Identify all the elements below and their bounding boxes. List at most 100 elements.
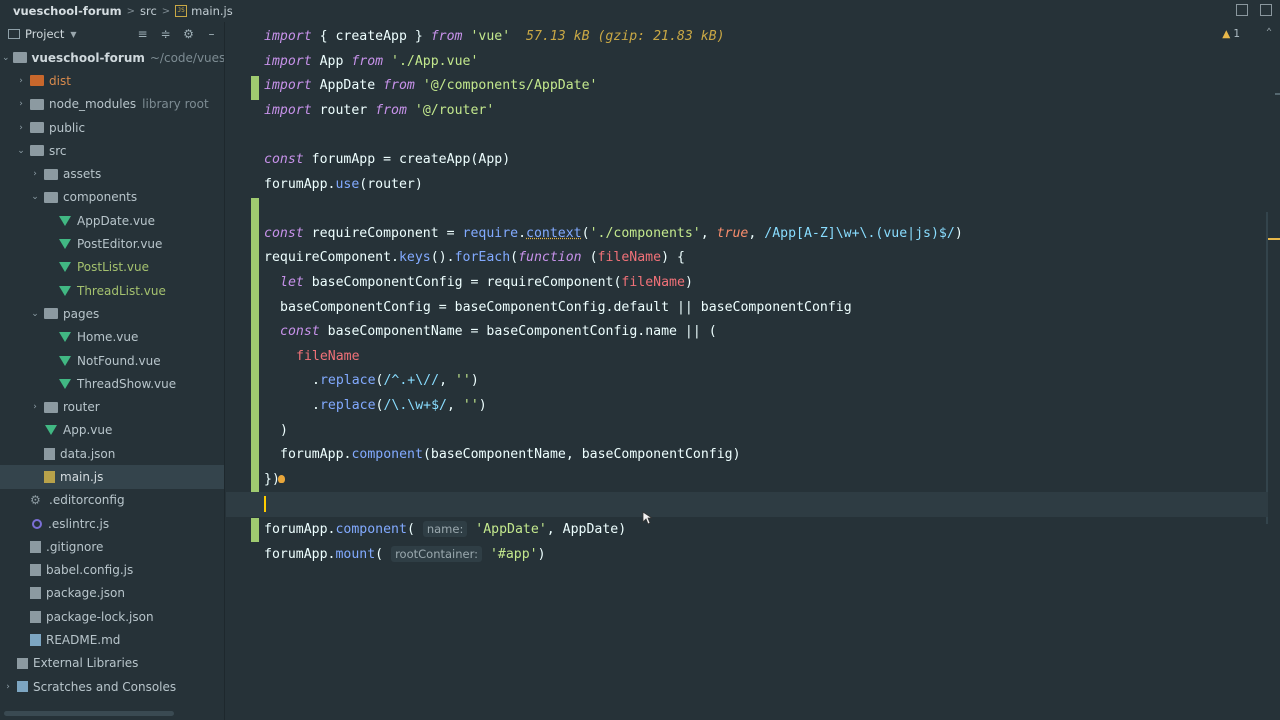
code-line-17[interactable]: ): [280, 419, 288, 444]
breadcrumb-file[interactable]: main.js: [191, 4, 233, 18]
expand-all-icon[interactable]: ≑: [159, 27, 172, 41]
code-line-16[interactable]: .replace(/\.\w+$/, ''): [312, 394, 487, 419]
vue-icon: [59, 239, 71, 250]
tree-item-posteditor-vue[interactable]: PostEditor.vue: [0, 232, 224, 255]
tree-item-public[interactable]: › public: [0, 116, 224, 139]
tree-item-threadshow-vue[interactable]: ThreadShow.vue: [0, 372, 224, 395]
import-cost-hint: 57.13 kB (gzip: 21.83 kB): [526, 29, 725, 44]
chevron-right-icon[interactable]: ›: [15, 123, 27, 133]
project-tree: ⌄ vueschool-forum ~/code/vuesch › dist ›…: [0, 46, 224, 698]
code-line-2[interactable]: import App from './App.vue': [264, 50, 478, 75]
code-editor[interactable]: ▲ 1 ⌃ import { createApp } from 'vue' 57.…: [226, 22, 1280, 720]
tree-item-postlist-vue[interactable]: PostList.vue: [0, 256, 224, 279]
tree-item-package-lock[interactable]: package-lock.json: [0, 605, 224, 628]
maximize-icon[interactable]: [1260, 4, 1272, 16]
tree-item-threadlist-vue[interactable]: ThreadList.vue: [0, 279, 224, 302]
tree-item-home-vue[interactable]: Home.vue: [0, 326, 224, 349]
chevron-down-icon[interactable]: ⌄: [15, 146, 27, 156]
chevron-right-icon[interactable]: ›: [15, 76, 27, 86]
lightbulb-icon[interactable]: [277, 474, 285, 483]
code-line-6[interactable]: const forumApp = createApp(App): [264, 148, 510, 173]
vertical-scrollbar[interactable]: [1266, 212, 1268, 524]
scrollbar-warning-marker[interactable]: [1268, 238, 1280, 240]
chevron-right-icon: >: [126, 5, 135, 17]
chevron-right-icon[interactable]: ›: [29, 169, 41, 179]
layout-icon[interactable]: [1236, 4, 1248, 16]
tree-item-data-json[interactable]: data.json: [0, 442, 224, 465]
parameter-hint: rootContainer:: [391, 545, 483, 562]
tree-item-root[interactable]: ⌄ vueschool-forum ~/code/vuesch: [0, 46, 224, 69]
minimize-icon[interactable]: –: [205, 27, 218, 41]
chevron-right-icon[interactable]: ›: [15, 99, 27, 109]
chevron-right-icon[interactable]: ›: [29, 402, 41, 412]
tree-item-gitignore[interactable]: .gitignore: [0, 535, 224, 558]
code-line-21[interactable]: forumApp.component( name: 'AppDate', App…: [264, 517, 626, 542]
breadcrumb-folder[interactable]: src: [140, 4, 157, 18]
code-line-7[interactable]: forumApp.use(router): [264, 173, 423, 198]
chevron-down-icon[interactable]: ▼: [70, 30, 76, 39]
tree-item-components[interactable]: ⌄ components: [0, 186, 224, 209]
tree-item-label: pages: [63, 306, 100, 321]
breadcrumb-project[interactable]: vueschool-forum: [13, 4, 122, 18]
tree-item-router[interactable]: › router: [0, 395, 224, 418]
tree-item-node-modules[interactable]: › node_modules library root: [0, 93, 224, 116]
code-line-3[interactable]: import AppDate from '@/components/AppDat…: [264, 74, 598, 99]
code-line-15[interactable]: .replace(/^.+\//, ''): [312, 369, 479, 394]
tree-item-package-json[interactable]: package.json: [0, 582, 224, 605]
tree-item-label: NotFound.vue: [77, 353, 161, 368]
code-line-13[interactable]: const baseComponentName = baseComponentC…: [280, 320, 717, 345]
code-line-11[interactable]: let baseComponentConfig = requireCompone…: [280, 271, 693, 296]
folder-icon: [30, 122, 44, 134]
code-line-18[interactable]: forumApp.component(baseComponentName, ba…: [280, 443, 741, 468]
code-line-1[interactable]: import { createApp } from 'vue' 57.13 kB…: [264, 25, 725, 50]
code-line-14[interactable]: fileName: [296, 345, 360, 370]
json-file-icon: [30, 587, 41, 600]
vue-icon: [59, 285, 71, 296]
tree-item-label: App.vue: [63, 423, 113, 438]
tree-item-app-vue[interactable]: App.vue: [0, 419, 224, 442]
chevron-down-icon[interactable]: ⌄: [29, 309, 41, 319]
code-line-12[interactable]: baseComponentConfig = baseComponentConfi…: [280, 296, 852, 321]
tree-item-dist[interactable]: › dist: [0, 69, 224, 92]
tree-item-main-js[interactable]: main.js: [0, 465, 224, 489]
chevron-down-icon[interactable]: ⌄: [2, 53, 10, 63]
tree-item-appdate-vue[interactable]: AppDate.vue: [0, 209, 224, 232]
tree-item-external-libraries[interactable]: External Libraries: [0, 652, 224, 675]
inspection-widget[interactable]: ▲ 1: [1222, 28, 1240, 40]
code-line-4[interactable]: import router from '@/router': [264, 99, 494, 124]
vcs-change-marker[interactable]: [251, 518, 259, 542]
chevron-right-icon[interactable]: ›: [2, 682, 14, 692]
vcs-change-marker[interactable]: [251, 76, 259, 100]
code-line-9[interactable]: const requireComponent = require.context…: [264, 222, 963, 247]
tree-item-notfound-vue[interactable]: NotFound.vue: [0, 349, 224, 372]
tree-item-assets[interactable]: › assets: [0, 162, 224, 185]
tree-item-editorconfig[interactable]: ⚙ .editorconfig: [0, 489, 224, 512]
text-cursor: [264, 496, 266, 512]
tree-item-pages[interactable]: ⌄ pages: [0, 302, 224, 325]
tree-item-eslintrc[interactable]: .eslintrc.js: [0, 512, 224, 535]
vue-icon: [59, 332, 71, 343]
current-line-highlight: [226, 492, 1268, 517]
tree-item-label: ThreadList.vue: [77, 283, 166, 298]
tree-item-label: package-lock.json: [46, 609, 154, 624]
chevron-down-icon[interactable]: ⌄: [29, 192, 41, 202]
tree-item-scratches[interactable]: › Scratches and Consoles: [0, 675, 224, 698]
scrollbar-marker: [1275, 93, 1280, 95]
tree-item-label: router: [63, 400, 100, 415]
chevron-up-icon[interactable]: ⌃: [1266, 27, 1272, 38]
tree-item-babel-config[interactable]: babel.config.js: [0, 559, 224, 582]
tree-item-label: Home.vue: [77, 330, 139, 345]
gear-icon: ⚙: [30, 493, 41, 508]
collapse-all-icon[interactable]: ≡: [136, 27, 149, 41]
tree-item-src[interactable]: ⌄ src: [0, 139, 224, 162]
js-file-icon: JS: [175, 5, 188, 17]
tree-item-readme[interactable]: README.md: [0, 628, 224, 651]
code-line-19[interactable]: }): [264, 468, 285, 493]
code-line-10[interactable]: requireComponent.keys().forEach(function…: [264, 246, 685, 271]
gear-icon[interactable]: ⚙: [182, 27, 195, 41]
tree-item-label: data.json: [60, 446, 116, 461]
code-line-22[interactable]: forumApp.mount( rootContainer: '#app'): [264, 542, 546, 567]
horizontal-scrollbar[interactable]: [4, 711, 174, 716]
vcs-change-marker[interactable]: [251, 198, 259, 499]
library-root-tag: library root: [142, 97, 209, 112]
